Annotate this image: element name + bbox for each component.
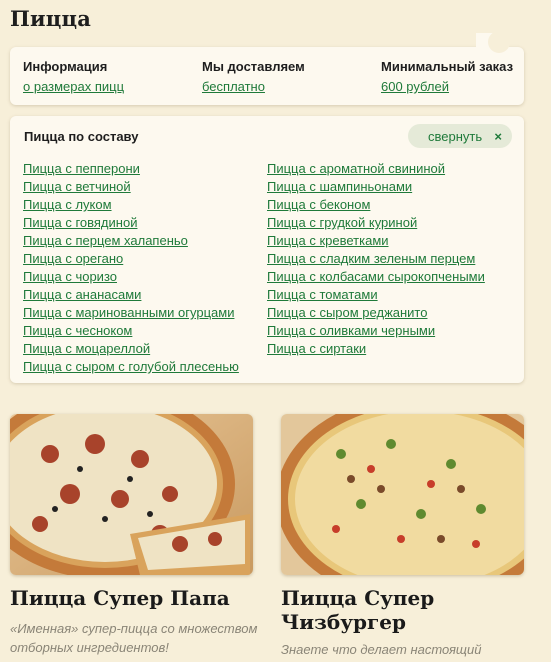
- composition-link[interactable]: Пицца с маринованными огурцами: [23, 305, 234, 320]
- list-item: Пицца с ветчиной: [23, 178, 239, 196]
- composition-list-right: Пицца с ароматной свининой Пицца с шампин…: [267, 160, 485, 358]
- pizza-photo: [281, 414, 524, 575]
- super-papa-pizza-image[interactable]: [10, 414, 253, 575]
- super-cheeseburger-pizza-image[interactable]: [281, 414, 524, 575]
- list-item: Пицца с сыром с голубой плесенью: [23, 358, 239, 376]
- info-column-info: Информация о размерах пицц: [23, 59, 124, 94]
- composition-link[interactable]: Пицца с сыром с голубой плесенью: [23, 359, 239, 374]
- info-column-delivery: Мы доставляем бесплатно: [202, 59, 305, 94]
- list-item: Пицца с шампиньонами: [267, 178, 485, 196]
- list-item: Пицца с луком: [23, 196, 239, 214]
- composition-link[interactable]: Пицца с пепперони: [23, 161, 140, 176]
- bubble-tail: [476, 31, 510, 55]
- collapse-button[interactable]: свернуть ×: [408, 124, 512, 148]
- product-description: «Именная» супер-пицца со множеством отбо…: [10, 621, 258, 655]
- min-order-heading: Минимальный заказ: [381, 59, 514, 74]
- list-item: Пицца с сыром реджанито: [267, 304, 485, 322]
- composition-link[interactable]: Пицца с чесноком: [23, 323, 132, 338]
- composition-link[interactable]: Пицца с томатами: [267, 287, 378, 302]
- list-item: Пицца с перцем халапеньо: [23, 232, 239, 250]
- composition-link[interactable]: Пицца с ароматной свининой: [267, 161, 445, 176]
- pizza-photo: [10, 414, 253, 575]
- composition-link[interactable]: Пицца с орегано: [23, 251, 123, 266]
- composition-link[interactable]: Пицца с луком: [23, 197, 112, 212]
- list-item: Пицца с ананасами: [23, 286, 239, 304]
- list-item: Пицца с маринованными огурцами: [23, 304, 239, 322]
- list-item: Пицца с беконом: [267, 196, 485, 214]
- composition-link[interactable]: Пицца с ананасами: [23, 287, 141, 302]
- composition-link[interactable]: Пицца с моцареллой: [23, 341, 150, 356]
- composition-title: Пицца по составу: [24, 129, 139, 144]
- list-item: Пицца с колбасами сырокопчеными: [267, 268, 485, 286]
- composition-link[interactable]: Пицца с перцем халапеньо: [23, 233, 188, 248]
- list-item: Пицца с чесноком: [23, 322, 239, 340]
- composition-link[interactable]: Пицца с оливками черными: [267, 323, 435, 338]
- list-item: Пицца с томатами: [267, 286, 485, 304]
- composition-link[interactable]: Пицца с шампиньонами: [267, 179, 412, 194]
- list-item: Пицца с креветками: [267, 232, 485, 250]
- composition-link[interactable]: Пицца с сладким зеленым перцем: [267, 251, 475, 266]
- list-item: Пицца с грудкой куриной: [267, 214, 485, 232]
- product-description: Знаете что делает настоящий: [281, 642, 482, 657]
- info-column-min-order: Минимальный заказ 600 рублей: [381, 59, 513, 94]
- composition-card: Пицца по составу свернуть × Пицца с пепп…: [10, 116, 524, 383]
- list-item: Пицца с чоризо: [23, 268, 239, 286]
- list-item: Пицца с говядиной: [23, 214, 239, 232]
- delivery-heading: Мы доставляем: [202, 59, 305, 74]
- free-delivery-link[interactable]: бесплатно: [202, 79, 305, 94]
- pizza-sizes-link[interactable]: о размерах пицц: [23, 79, 124, 94]
- list-item: Пицца с сладким зеленым перцем: [267, 250, 485, 268]
- composition-link[interactable]: Пицца с ветчиной: [23, 179, 131, 194]
- list-item: Пицца с ароматной свининой: [267, 160, 485, 178]
- list-item: Пицца с пепперони: [23, 160, 239, 178]
- composition-link[interactable]: Пицца с беконом: [267, 197, 370, 212]
- composition-link[interactable]: Пицца с сыром реджанито: [267, 305, 427, 320]
- min-order-link[interactable]: 600 рублей: [381, 79, 513, 94]
- info-heading: Информация: [23, 59, 108, 74]
- list-item: Пицца с моцареллой: [23, 340, 239, 358]
- page-title: Пицца: [10, 6, 92, 31]
- delivery-info-card: Информация о размерах пицц Мы доставляем…: [10, 31, 524, 105]
- collapse-label: свернуть: [428, 128, 483, 144]
- product-name[interactable]: Пицца Супер Папа: [10, 586, 260, 610]
- composition-link[interactable]: Пицца с говядиной: [23, 215, 137, 230]
- composition-link[interactable]: Пицца с грудкой куриной: [267, 215, 417, 230]
- composition-link[interactable]: Пицца с чоризо: [23, 269, 117, 284]
- composition-link[interactable]: Пицца с колбасами сырокопчеными: [267, 269, 485, 284]
- close-icon: ×: [494, 128, 502, 144]
- composition-list-left: Пицца с пепперони Пицца с ветчиной Пицца с…: [23, 160, 239, 376]
- composition-link[interactable]: Пицца с сиртаки: [267, 341, 366, 356]
- list-item: Пицца с сиртаки: [267, 340, 485, 358]
- composition-link[interactable]: Пицца с креветками: [267, 233, 389, 248]
- list-item: Пицца с оливками черными: [267, 322, 485, 340]
- list-item: Пицца с орегано: [23, 250, 239, 268]
- product-name[interactable]: Пицца Супер Чизбургер: [281, 586, 531, 634]
